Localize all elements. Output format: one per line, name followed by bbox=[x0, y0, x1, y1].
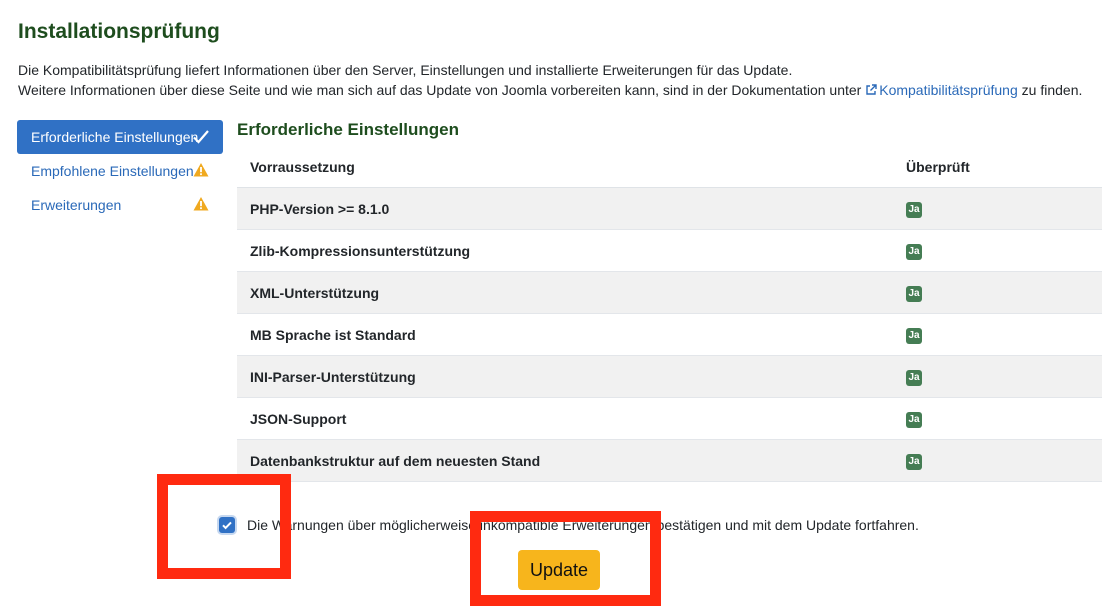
status-badge: Ja bbox=[906, 202, 922, 218]
compatibility-doc-link-label: Kompatibilitätsprüfung bbox=[879, 82, 1018, 98]
intro-line-2: Weitere Informationen über diese Seite u… bbox=[18, 80, 1082, 100]
sidebar-item-label: Erforderliche Einstellungen bbox=[31, 129, 199, 145]
checked-cell: Ja bbox=[906, 271, 1102, 314]
status-badge: Ja bbox=[906, 370, 922, 386]
check-icon bbox=[193, 130, 209, 144]
highlight-box-update-button bbox=[470, 511, 661, 606]
table-row: INI-Parser-Unterstützung Ja bbox=[237, 355, 1102, 398]
status-badge: Ja bbox=[906, 244, 922, 260]
checked-cell: Ja bbox=[906, 397, 1102, 440]
table-row: XML-Unterstützung Ja bbox=[237, 271, 1102, 314]
requirements-table: Vorraussetzung Überprüft PHP-Version >= … bbox=[237, 146, 1102, 482]
sidebar: Erforderliche Einstellungen Empfohlene E… bbox=[17, 120, 223, 222]
requirement-cell: Datenbankstruktur auf dem neuesten Stand bbox=[237, 439, 906, 482]
warning-icon bbox=[193, 163, 209, 177]
checked-cell: Ja bbox=[906, 439, 1102, 482]
status-badge: Ja bbox=[906, 454, 922, 470]
required-settings-panel: Erforderliche Einstellungen Vorraussetzu… bbox=[237, 120, 1102, 482]
page-title: Installationsprüfung bbox=[18, 20, 220, 43]
column-header-checked: Überprüft bbox=[906, 146, 1102, 188]
intro-line-2-prefix: Weitere Informationen über diese Seite u… bbox=[18, 82, 862, 98]
requirement-cell: Zlib-Kompressionsunterstützung bbox=[237, 229, 906, 272]
requirement-cell: PHP-Version >= 8.1.0 bbox=[237, 187, 906, 230]
table-header-row: Vorraussetzung Überprüft bbox=[237, 146, 1102, 188]
compatibility-doc-link[interactable]: Kompatibilitätsprüfung bbox=[865, 82, 1018, 98]
requirement-cell: INI-Parser-Unterstützung bbox=[237, 355, 906, 398]
external-link-icon bbox=[866, 84, 877, 95]
table-row: PHP-Version >= 8.1.0 Ja bbox=[237, 187, 1102, 230]
checked-cell: Ja bbox=[906, 313, 1102, 356]
status-badge: Ja bbox=[906, 412, 922, 428]
table-row: MB Sprache ist Standard Ja bbox=[237, 313, 1102, 356]
column-header-requirement: Vorraussetzung bbox=[237, 146, 906, 188]
checked-cell: Ja bbox=[906, 229, 1102, 272]
table-row: JSON-Support Ja bbox=[237, 397, 1102, 440]
table-row: Zlib-Kompressionsunterstützung Ja bbox=[237, 229, 1102, 272]
table-row: Datenbankstruktur auf dem neuesten Stand… bbox=[237, 439, 1102, 482]
status-badge: Ja bbox=[906, 286, 922, 302]
sidebar-item-required-settings[interactable]: Erforderliche Einstellungen bbox=[17, 120, 223, 154]
intro-line-2-suffix: zu finden. bbox=[1021, 82, 1083, 98]
requirement-cell: JSON-Support bbox=[237, 397, 906, 440]
checked-cell: Ja bbox=[906, 187, 1102, 230]
status-badge: Ja bbox=[906, 328, 922, 344]
sidebar-item-label: Erweiterungen bbox=[31, 197, 122, 213]
sidebar-item-label: Empfohlene Einstellungen bbox=[31, 163, 194, 179]
section-title: Erforderliche Einstellungen bbox=[237, 120, 459, 139]
checked-cell: Ja bbox=[906, 355, 1102, 398]
requirement-cell: MB Sprache ist Standard bbox=[237, 313, 906, 356]
highlight-box-checkbox bbox=[157, 474, 291, 579]
sidebar-item-recommended-settings[interactable]: Empfohlene Einstellungen bbox=[17, 154, 223, 188]
warning-icon bbox=[193, 197, 209, 211]
sidebar-item-extensions[interactable]: Erweiterungen bbox=[17, 188, 223, 222]
intro-text: Die Kompatibilitätsprüfung liefert Infor… bbox=[18, 60, 1082, 100]
requirement-cell: XML-Unterstützung bbox=[237, 271, 906, 314]
intro-line-1: Die Kompatibilitätsprüfung liefert Infor… bbox=[18, 62, 793, 78]
